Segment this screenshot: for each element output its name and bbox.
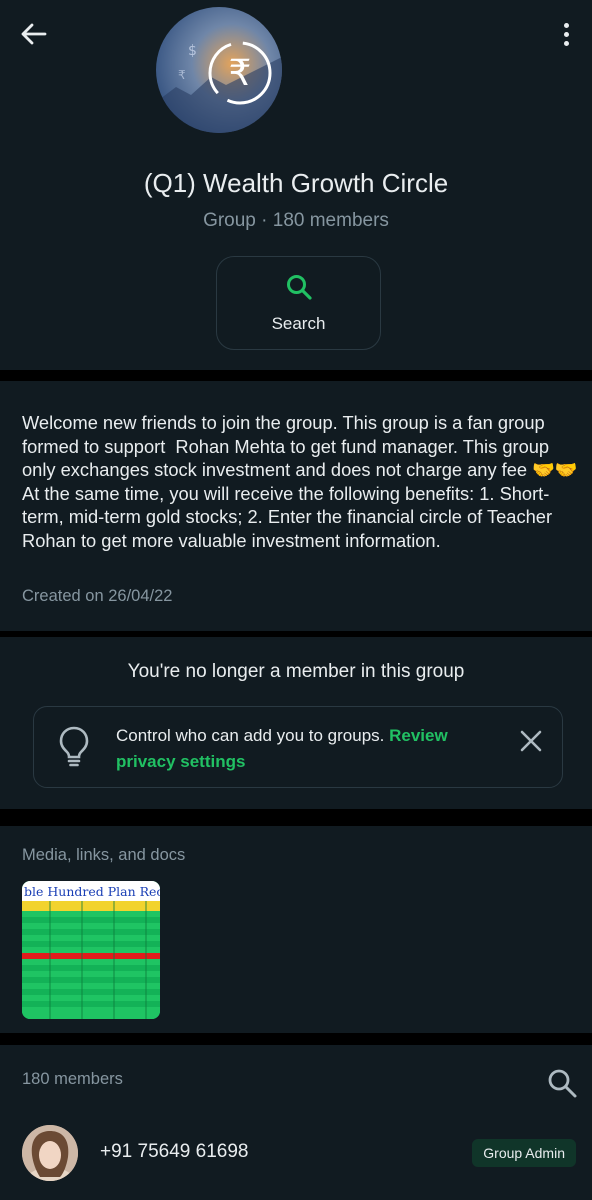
member-avatar[interactable]	[22, 1125, 78, 1181]
members-count: 180 members	[22, 1070, 123, 1088]
thumbnail-heading: ble Hundred Plan Reco	[24, 884, 160, 899]
group-description[interactable]: Welcome new friends to join the group. T…	[22, 411, 578, 552]
svg-text:₹: ₹	[229, 53, 252, 94]
media-thumbnail[interactable]: ble Hundred Plan Reco	[22, 881, 160, 1019]
close-icon[interactable]	[518, 728, 544, 754]
search-label: Search	[271, 313, 326, 333]
group-title: (Q1) Wealth Growth Circle	[143, 168, 449, 198]
members-section: 180 members +91 75649 61698 Group Admin	[0, 1045, 592, 1200]
back-arrow-icon[interactable]	[18, 18, 50, 50]
membership-message: You're no longer a member in this group	[127, 661, 465, 682]
group-description-section: Welcome new friends to join the group. T…	[0, 381, 592, 631]
search-members-icon[interactable]	[546, 1067, 578, 1099]
more-options-icon[interactable]	[550, 16, 582, 52]
group-admin-badge: Group Admin	[472, 1139, 576, 1167]
member-list-item[interactable]: +91 75649 61698 Group Admin	[0, 1119, 592, 1191]
privacy-notice-label: Control who can add you to groups.	[116, 726, 390, 745]
member-phone: +91 75649 61698	[100, 1141, 249, 1162]
svg-text:$: $	[188, 43, 197, 59]
privacy-notice-card: Control who can add you to groups. Revie…	[33, 706, 563, 788]
svg-text:₹: ₹	[178, 68, 186, 82]
created-date: Created on 26/04/22	[22, 587, 173, 605]
media-section: Media, links, and docs ble Hundred Plan …	[0, 826, 592, 1033]
group-member-summary: Group · 180 members	[203, 210, 389, 231]
search-icon	[285, 273, 313, 306]
media-title[interactable]: Media, links, and docs	[22, 846, 185, 865]
privacy-notice-text: Control who can add you to groups. Revie…	[116, 723, 496, 775]
group-info-header: ₹ $ ₹ (Q1) Wealth Growth Circle Group · …	[0, 0, 592, 370]
lightbulb-icon	[58, 725, 90, 774]
group-avatar[interactable]: ₹ $ ₹	[156, 7, 282, 133]
search-button[interactable]: Search	[216, 256, 381, 350]
membership-status-section: You're no longer a member in this group …	[0, 637, 592, 809]
